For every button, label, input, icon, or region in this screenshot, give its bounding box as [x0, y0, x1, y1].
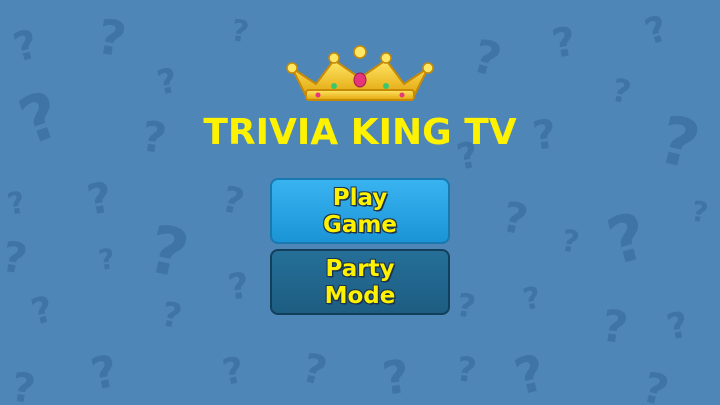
svg-text:?: ? [520, 280, 543, 317]
svg-text:?: ? [87, 346, 123, 401]
svg-text:?: ? [229, 13, 251, 50]
svg-text:?: ? [640, 8, 673, 53]
svg-text:?: ? [549, 19, 580, 68]
party-mode-label-line2: Mode [324, 283, 396, 309]
svg-text:?: ? [663, 304, 692, 348]
svg-text:?: ? [467, 28, 507, 87]
svg-text:?: ? [379, 349, 413, 405]
svg-text:?: ? [27, 289, 57, 334]
play-game-label-line1: Play [332, 185, 388, 211]
game-title: TRIVIA KING TV [203, 112, 517, 153]
svg-text:?: ? [226, 265, 252, 309]
svg-text:?: ? [83, 172, 116, 224]
svg-text:?: ? [9, 364, 38, 405]
svg-text:?: ? [4, 185, 28, 223]
party-mode-label-line1: Party [325, 256, 395, 282]
svg-text:?: ? [689, 194, 711, 229]
play-game-button[interactable]: Play Game [270, 178, 450, 244]
svg-text:?: ? [559, 223, 582, 260]
svg-text:?: ? [454, 349, 479, 391]
svg-text:?: ? [600, 199, 655, 280]
svg-text:?: ? [298, 345, 332, 395]
svg-text:?: ? [218, 179, 248, 224]
svg-text:?: ? [219, 350, 247, 394]
party-mode-button[interactable]: Party Mode [270, 249, 450, 315]
svg-text:?: ? [637, 362, 673, 405]
svg-text:?: ? [9, 21, 43, 71]
play-game-label-line2: Game [323, 212, 397, 238]
crown-icon [286, 45, 434, 101]
svg-text:?: ? [142, 210, 195, 293]
svg-text:?: ? [598, 300, 630, 354]
svg-text:?: ? [158, 294, 184, 337]
svg-text:?: ? [154, 61, 182, 104]
svg-text:?: ? [454, 285, 479, 326]
svg-text:?: ? [0, 232, 31, 284]
svg-text:?: ? [96, 242, 117, 277]
svg-text:?: ? [509, 343, 551, 405]
svg-text:?: ? [498, 192, 532, 245]
svg-text:?: ? [608, 71, 634, 112]
svg-text:?: ? [93, 9, 130, 69]
